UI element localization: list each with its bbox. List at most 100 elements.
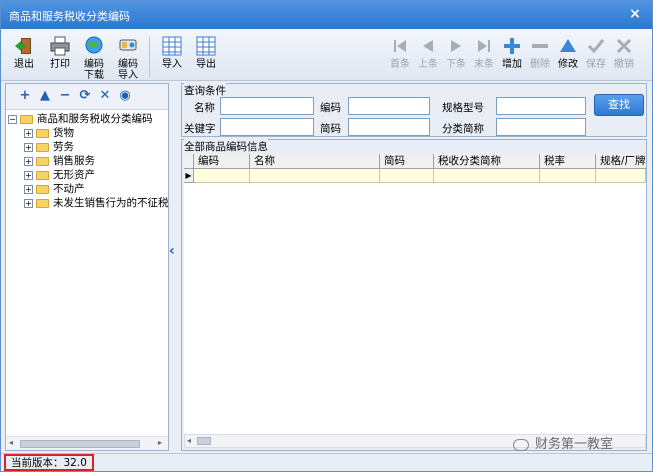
table-cell[interactable] [250, 169, 380, 183]
shortcode-input[interactable] [348, 118, 430, 136]
prev-record-icon [423, 40, 433, 52]
scroll-left-icon[interactable]: ◂ [187, 436, 191, 445]
folder-icon [36, 184, 49, 194]
app-window: 商品和服务税收分类编码 × 退出 打印 编码 下载 编码 导入 导入 导出 首条… [0, 0, 653, 472]
table-cell[interactable] [596, 169, 646, 183]
tree-item-label: 未发生销售行为的不征税 [53, 197, 169, 209]
spec-model-input[interactable] [496, 97, 586, 115]
expand-node-icon[interactable]: + [24, 142, 33, 152]
undo-x-icon [616, 38, 632, 54]
tree-item-real-estate[interactable]: + 不动产 [8, 182, 168, 196]
column-header-tax-category[interactable]: 税收分类简称 [434, 154, 540, 169]
status-bar: 当前版本：32.0 [1, 453, 652, 471]
shortcode-label: 简码 [320, 123, 341, 135]
scroll-thumb[interactable] [197, 437, 211, 445]
scroll-right-icon[interactable]: ▸ [158, 438, 162, 447]
category-abbr-label: 分类简称 [442, 123, 484, 135]
main-toolbar: 退出 打印 编码 下载 编码 导入 导入 导出 首条 上条 下条 末条 增加 删… [1, 29, 652, 81]
category-tree-panel: + ▲ − ⟳ ✕ ◉ − 商品和服务税收分类编码 + 货物 + 劳务 + 销售服务 +… [5, 83, 169, 451]
plus-icon[interactable]: + [18, 89, 32, 103]
print-button[interactable]: 打印 [43, 35, 77, 79]
query-legend: 查询条件 [184, 83, 226, 98]
import-button[interactable]: 导入 [155, 35, 189, 79]
collapse-panel-icon[interactable]: ‹ [169, 243, 179, 259]
code-input[interactable] [348, 97, 430, 115]
tree-item-intangibles[interactable]: + 无形资产 [8, 168, 168, 182]
tree-root[interactable]: − 商品和服务税收分类编码 [8, 112, 168, 126]
folder-icon [20, 114, 33, 124]
folder-icon [36, 170, 49, 180]
name-label: 名称 [194, 102, 215, 114]
table-cell[interactable] [380, 169, 434, 183]
exit-button[interactable]: 退出 [7, 35, 41, 79]
expand-node-icon[interactable]: + [24, 170, 33, 180]
print-label: 打印 [50, 59, 70, 70]
tree-item-label: 不动产 [53, 183, 85, 195]
column-header-tax-rate[interactable]: 税率 [540, 154, 596, 169]
expand-node-icon[interactable]: + [24, 198, 33, 208]
tree-item-label: 劳务 [53, 141, 74, 153]
row-header-corner [184, 154, 194, 169]
expand-node-icon[interactable]: + [24, 128, 33, 138]
up-arrow-icon[interactable]: ▲ [38, 89, 52, 103]
export-label: 导出 [196, 59, 216, 70]
scroll-thumb[interactable] [20, 440, 140, 448]
undo-button[interactable]: 撤销 [607, 35, 641, 79]
target-icon[interactable]: ◉ [118, 89, 132, 103]
toolbar-separator [149, 37, 150, 77]
tree-item-label: 货物 [53, 127, 74, 139]
close-icon[interactable]: × [626, 5, 644, 23]
spec-model-label: 规格型号 [442, 102, 484, 114]
title-bar: 商品和服务税收分类编码 × [1, 1, 652, 29]
folder-icon [36, 142, 49, 152]
category-abbr-input[interactable] [496, 118, 586, 136]
expand-node-icon[interactable]: + [24, 184, 33, 194]
collapse-icon[interactable]: − [8, 114, 17, 124]
row-indicator-icon: ▶ [184, 169, 194, 183]
code-grid-panel: 全部商品编码信息 编码 名称 简码 税收分类简称 税率 规格/厂牌 ▶ ◂ [181, 139, 647, 451]
keyword-input[interactable] [220, 118, 314, 136]
table-export-icon [196, 36, 216, 56]
table-cell[interactable] [434, 169, 540, 183]
scroll-left-icon[interactable]: ◂ [9, 438, 13, 447]
code-download-button[interactable]: 编码 下载 [77, 35, 111, 81]
expand-node-icon[interactable]: + [24, 156, 33, 166]
minus-icon [532, 44, 548, 48]
import-icon [119, 39, 137, 51]
tree-toolbar: + ▲ − ⟳ ✕ ◉ [6, 84, 168, 110]
folder-icon [36, 198, 49, 208]
exit-door-icon [15, 38, 31, 54]
watermark: 财务第一教室 [513, 433, 613, 452]
import-label: 导入 [162, 59, 182, 70]
expand-icon[interactable]: ✕ [98, 89, 112, 103]
code-download-label: 编码 下载 [84, 59, 104, 81]
column-header-name[interactable]: 名称 [250, 154, 380, 169]
code-label: 编码 [320, 102, 341, 114]
name-input[interactable] [220, 97, 314, 115]
column-header-shortcode[interactable]: 简码 [380, 154, 434, 169]
tree-item-label: 销售服务 [53, 155, 95, 167]
search-button[interactable]: 查找 [594, 94, 644, 116]
export-button[interactable]: 导出 [189, 35, 223, 79]
code-grid[interactable]: 编码 名称 简码 税收分类简称 税率 规格/厂牌 ▶ [184, 154, 646, 434]
table-cell[interactable] [194, 169, 250, 183]
check-icon [587, 39, 605, 54]
refresh-icon[interactable]: ⟳ [78, 89, 92, 103]
category-tree: − 商品和服务税收分类编码 + 货物 + 劳务 + 销售服务 + 无形资产 + 不动产 + 未… [8, 112, 169, 210]
table-cell[interactable] [540, 169, 596, 183]
watermark-text: 财务第一教室 [535, 437, 614, 452]
tree-item-labor[interactable]: + 劳务 [8, 140, 168, 154]
tree-item-goods[interactable]: + 货物 [8, 126, 168, 140]
tree-item-services[interactable]: + 销售服务 [8, 154, 168, 168]
column-header-spec-brand[interactable]: 规格/厂牌 [596, 154, 646, 169]
keyword-label: 关键字 [184, 123, 216, 135]
globe-download-icon [85, 36, 103, 54]
minus-icon[interactable]: − [58, 89, 72, 103]
code-import-button[interactable]: 编码 导入 [111, 35, 145, 81]
tree-horizontal-scrollbar[interactable]: ◂ ▸ [6, 436, 168, 450]
exit-label: 退出 [14, 59, 34, 70]
query-conditions: 查询条件 名称 编码 规格型号 关键字 简码 分类简称 查找 [181, 83, 647, 137]
tree-item-non-taxable[interactable]: + 未发生销售行为的不征税 [8, 196, 169, 210]
column-header-code[interactable]: 编码 [194, 154, 250, 169]
tree-root-label: 商品和服务税收分类编码 [37, 113, 153, 125]
